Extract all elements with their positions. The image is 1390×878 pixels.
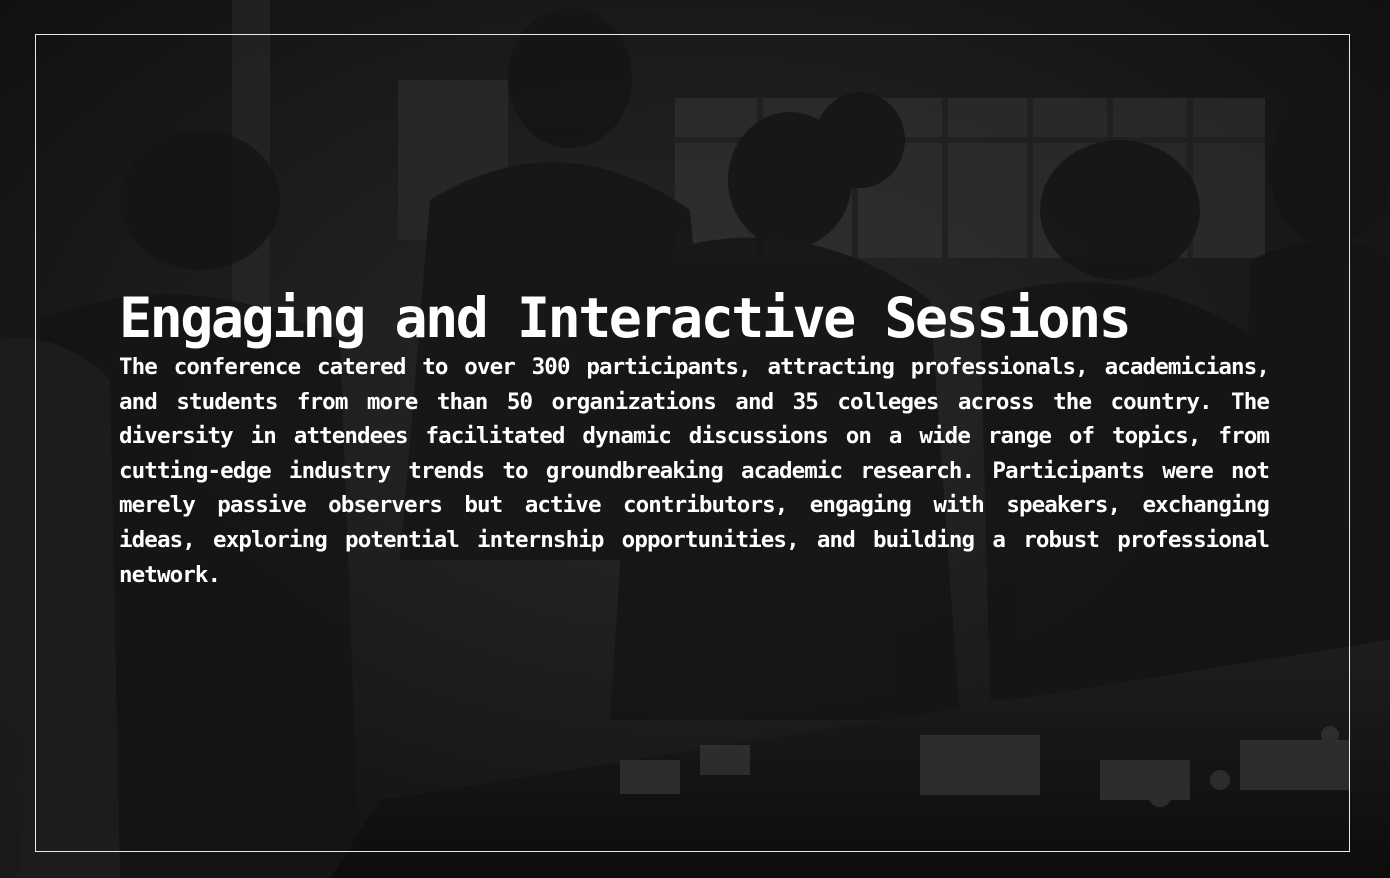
slide: Engaging and Interactive Sessions The co… <box>0 0 1390 878</box>
text-block: Engaging and Interactive Sessions The co… <box>119 286 1270 592</box>
slide-title: Engaging and Interactive Sessions <box>119 286 1132 350</box>
slide-body-paragraph: The conference catered to over 300 parti… <box>119 354 1270 588</box>
